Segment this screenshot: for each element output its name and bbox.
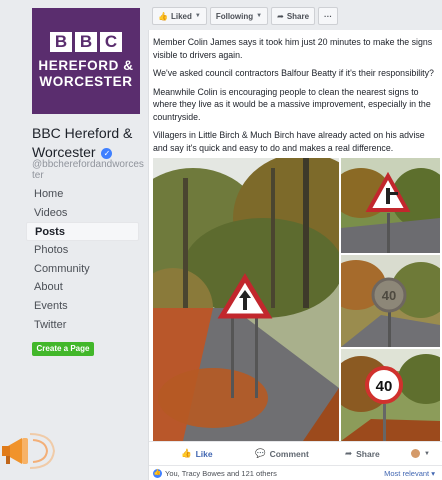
- share-arrow-icon: ➦: [345, 448, 353, 458]
- nav-item-about[interactable]: About: [26, 278, 139, 297]
- nav-item-posts[interactable]: Posts: [26, 222, 139, 242]
- page-sidebar: B B C HEREFORD & WORCESTER BBC Hereford …: [0, 0, 148, 480]
- bbc-block-b1: B: [50, 32, 72, 52]
- reactions-summary: 👍 You, Tracy Bowes and 121 others Most r…: [149, 465, 442, 480]
- nav-item-twitter[interactable]: Twitter: [26, 316, 139, 335]
- comment-sort-dropdown[interactable]: Most relevant ▾: [384, 469, 435, 478]
- bbc-block-c: C: [100, 32, 122, 52]
- page-nav: Home Videos Posts Photos Community About…: [26, 185, 139, 335]
- comment-label: Comment: [269, 448, 309, 459]
- megaphone-icon[interactable]: [0, 428, 58, 474]
- following-label: Following: [215, 11, 254, 21]
- share-arrow-icon: ➦: [277, 11, 284, 21]
- share-page-button[interactable]: ➦ Share: [271, 7, 316, 25]
- liked-label: Liked: [170, 11, 192, 21]
- photo-grid: 40 40: [153, 158, 440, 441]
- engagement-bar: 👍 Like 💬 Comment ➦ Share ▼: [149, 441, 442, 465]
- liked-button[interactable]: 👍 Liked ▼: [152, 7, 207, 25]
- page-title-text: BBC Hereford & Worcester: [32, 125, 133, 160]
- dirty-sign-number: 40: [382, 288, 396, 303]
- nav-item-events[interactable]: Events: [26, 297, 139, 316]
- reaction-picker-button[interactable]: ▼: [411, 449, 430, 458]
- clean-sign-photo-image: 40: [341, 349, 440, 441]
- like-label: Like: [195, 448, 213, 459]
- like-reaction-icon: 👍: [153, 468, 162, 478]
- photo-dirty-speed-sign[interactable]: 40: [341, 255, 440, 347]
- reaction-avatar-icon: [411, 449, 420, 458]
- clean-sign-number: 40: [376, 378, 393, 395]
- page-handle[interactable]: @bbcherefordandworcester: [32, 159, 144, 181]
- share-post-button[interactable]: ➦ Share: [345, 448, 380, 459]
- comment-bubble-icon: 💬: [255, 448, 266, 458]
- share-post-label: Share: [356, 448, 380, 459]
- following-button[interactable]: Following ▼: [209, 7, 269, 25]
- dirty-sign-photo-image: 40: [341, 255, 440, 347]
- comment-button[interactable]: 💬 Comment: [255, 448, 309, 459]
- logo-line-2: WORCESTER: [39, 74, 133, 89]
- nav-item-videos[interactable]: Videos: [26, 204, 139, 223]
- post-paragraph-4: Villagers in Little Birch & Much Birch h…: [153, 130, 425, 153]
- post-card: Member Colin James says it took him just…: [148, 30, 442, 480]
- nav-item-photos[interactable]: Photos: [26, 241, 139, 260]
- junction-photo-image: [341, 158, 440, 253]
- page-action-bar: 👍 Liked ▼ Following ▼ ➦ Share ···: [152, 7, 341, 25]
- photo-clean-speed-sign[interactable]: 40: [341, 349, 440, 441]
- post-paragraph-1: Member Colin James says it took him just…: [153, 37, 433, 60]
- road-photo-image: [153, 158, 339, 441]
- nav-item-community[interactable]: Community: [26, 260, 139, 279]
- post-paragraph-3: Meanwhile Colin is encouraging people to…: [153, 86, 431, 122]
- nav-item-home[interactable]: Home: [26, 185, 139, 204]
- reactions-text[interactable]: You, Tracy Bowes and 121 others: [165, 469, 277, 478]
- thumbs-up-icon: 👍: [181, 448, 192, 458]
- page-title[interactable]: BBC Hereford & Worcester ✓: [32, 124, 144, 162]
- page-profile-logo[interactable]: B B C HEREFORD & WORCESTER: [32, 8, 140, 114]
- post-body: Member Colin James says it took him just…: [153, 36, 437, 160]
- photo-junction-sign[interactable]: [341, 158, 440, 253]
- more-options-button[interactable]: ···: [318, 7, 339, 25]
- chevron-down-icon: ▼: [424, 450, 430, 457]
- create-page-button[interactable]: Create a Page: [32, 342, 94, 356]
- chevron-down-icon: ▼: [194, 13, 201, 19]
- photo-road-sign-large[interactable]: [153, 158, 339, 441]
- verified-badge-icon: ✓: [101, 148, 113, 159]
- like-button[interactable]: 👍 Like: [181, 448, 213, 459]
- thumbs-up-icon: 👍: [158, 11, 168, 21]
- chevron-down-icon: ▼: [256, 13, 263, 19]
- logo-line-1: HEREFORD &: [38, 58, 134, 73]
- share-page-label: Share: [286, 11, 310, 21]
- post-paragraph-2: We've asked council contractors Balfour …: [153, 68, 434, 78]
- bbc-logo-blocks: B B C: [50, 32, 122, 52]
- bbc-block-b2: B: [75, 32, 97, 52]
